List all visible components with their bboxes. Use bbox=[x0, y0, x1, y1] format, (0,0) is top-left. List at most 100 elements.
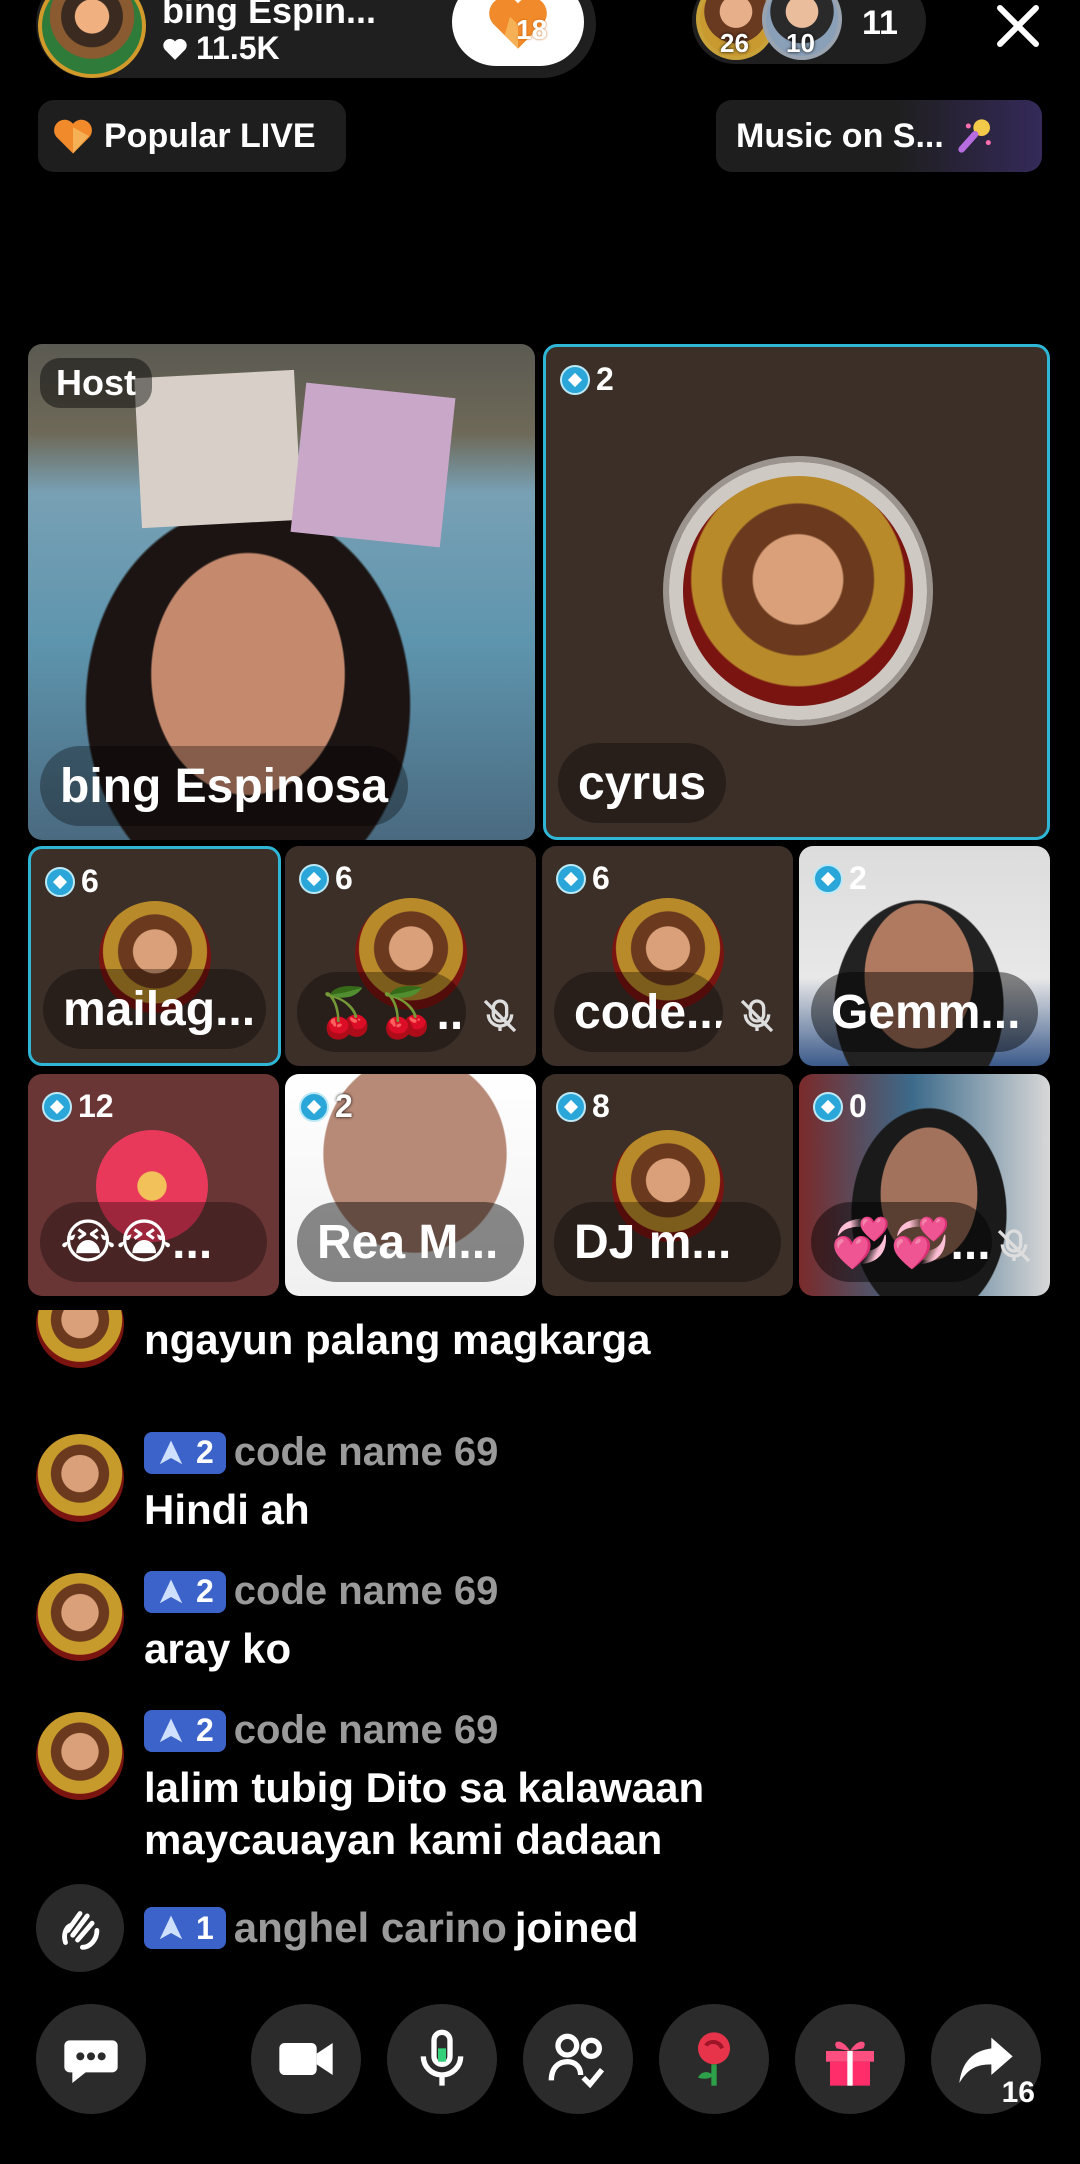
chat-message: 2 code name 69 Hindi ah bbox=[36, 1430, 1036, 1540]
guest-tile[interactable]: 6 🍒🍒... bbox=[285, 846, 536, 1066]
camera-button[interactable] bbox=[251, 2004, 361, 2114]
guest-level-value: 6 bbox=[81, 863, 99, 899]
fan-count: 18 bbox=[516, 14, 548, 45]
chat-avatar[interactable] bbox=[36, 1712, 124, 1800]
music-chip-label: Music on S... bbox=[736, 116, 944, 155]
chat-text: maycauayan kami dadaan bbox=[144, 1816, 663, 1863]
level-gem-icon bbox=[42, 1091, 72, 1122]
guest-name: 🍒🍒... bbox=[297, 972, 466, 1052]
guest-tile[interactable]: 2 Rea M... bbox=[285, 1074, 536, 1296]
viewer-count[interactable]: 11 bbox=[862, 4, 898, 43]
guest-name: mailag... bbox=[43, 969, 266, 1049]
guest-tile-cyrus[interactable]: 2 cyrus bbox=[543, 344, 1050, 840]
guest-tile[interactable]: 6 mailag... bbox=[28, 846, 281, 1066]
guest-level-value: 2 bbox=[849, 860, 867, 896]
share-count: 16 bbox=[1001, 2076, 1035, 2109]
background-poster bbox=[290, 382, 456, 548]
level-gem-icon bbox=[556, 1091, 586, 1122]
chat-username[interactable]: code name 69 bbox=[234, 1708, 499, 1753]
chat-icon bbox=[64, 2040, 118, 2083]
mute-mic-icon bbox=[737, 996, 777, 1036]
wave-button[interactable] bbox=[36, 1884, 124, 1972]
level-badge-value: 2 bbox=[196, 1434, 214, 1470]
level-badge-value: 2 bbox=[196, 1712, 214, 1748]
guest-name: Gemm... bbox=[811, 972, 1038, 1052]
level-gem-icon bbox=[299, 1091, 329, 1122]
guest-tile[interactable]: 2 Gemm... bbox=[799, 846, 1050, 1066]
close-button[interactable] bbox=[990, 0, 1046, 52]
guest-tile[interactable]: 6 code... bbox=[542, 846, 793, 1066]
guests-button[interactable] bbox=[523, 2004, 633, 2114]
chat-message: 2 code name 69 lalim tubig Dito sa kalaw… bbox=[36, 1708, 1036, 1868]
mic-icon bbox=[420, 2029, 464, 2086]
chat-user[interactable]: 2 code name 69 bbox=[144, 1569, 498, 1614]
wave-hand-icon bbox=[62, 1911, 100, 1950]
guest-name: 😭😭... bbox=[40, 1202, 267, 1282]
chat-user[interactable]: 2 code name 69 bbox=[144, 1430, 498, 1475]
level-gem-icon bbox=[556, 863, 586, 894]
mute-mic-icon bbox=[480, 996, 520, 1036]
guest-level-value: 2 bbox=[596, 361, 614, 397]
popular-live-label: Popular LIVE bbox=[104, 116, 316, 155]
guest-name: code... bbox=[554, 972, 723, 1052]
chat-user[interactable]: 2 code name 69 bbox=[144, 1708, 498, 1753]
mic-button[interactable] bbox=[387, 2004, 497, 2114]
chat-avatar[interactable] bbox=[36, 1573, 124, 1661]
level-gem-icon bbox=[813, 863, 843, 894]
guest-tile[interactable]: 0 💞💞... bbox=[799, 1074, 1050, 1296]
guest-level-value: 0 bbox=[849, 1088, 867, 1124]
level-arrow-icon bbox=[159, 1915, 183, 1940]
chat-text: ngayun palang magkarga bbox=[144, 1316, 651, 1363]
popular-heart-icon bbox=[52, 116, 94, 156]
host-tile-name: bing Espinosa bbox=[40, 746, 409, 826]
fan-club-button[interactable]: 18 bbox=[452, 0, 584, 66]
mute-mic-icon bbox=[994, 1226, 1034, 1266]
fan-heart-icon: 18 bbox=[486, 0, 550, 52]
chat-message: ngayun palang magkarga bbox=[36, 1310, 1036, 1380]
level-badge: 1 bbox=[144, 1907, 226, 1949]
guest-name: cyrus bbox=[558, 743, 727, 823]
camera-icon bbox=[279, 2043, 333, 2075]
chat-button[interactable] bbox=[36, 2004, 146, 2114]
guest-avatar bbox=[669, 462, 927, 720]
chat-message: 2 code name 69 aray ko bbox=[36, 1569, 1036, 1679]
gift-icon bbox=[826, 2041, 874, 2086]
join-username[interactable]: anghel carino bbox=[234, 1904, 507, 1952]
guest-name: DJ m... bbox=[554, 1202, 781, 1282]
guest-level: 0 bbox=[813, 1088, 867, 1125]
chat-username[interactable]: code name 69 bbox=[234, 1569, 499, 1614]
gift-button[interactable] bbox=[795, 2004, 905, 2114]
rose-icon bbox=[698, 2032, 730, 2086]
heart-icon bbox=[162, 37, 188, 61]
share-button[interactable]: 16 bbox=[931, 2004, 1041, 2114]
viewer-rank-badge: 10 bbox=[786, 28, 815, 58]
chat-avatar[interactable] bbox=[36, 1434, 124, 1522]
level-badge-value: 1 bbox=[196, 1909, 214, 1946]
level-gem-icon bbox=[813, 1091, 843, 1122]
level-arrow-icon bbox=[159, 1579, 183, 1603]
guest-tile[interactable]: 12 😭😭... bbox=[28, 1074, 279, 1296]
host-likes-count: 11.5K bbox=[196, 30, 280, 66]
guest-level-value: 2 bbox=[335, 1088, 353, 1124]
host-badge: Host bbox=[40, 358, 152, 408]
chat-username[interactable]: code name 69 bbox=[234, 1430, 499, 1475]
join-action: joined bbox=[514, 1904, 639, 1951]
music-chip[interactable]: Music on S... bbox=[716, 100, 1042, 172]
level-arrow-icon bbox=[159, 1440, 183, 1464]
background-poster bbox=[134, 369, 302, 529]
join-notice: 1 anghel carino joined bbox=[144, 1904, 1044, 1960]
chat-text: aray ko bbox=[144, 1625, 292, 1672]
guest-level: 2 bbox=[299, 1088, 353, 1125]
level-badge: 2 bbox=[144, 1709, 226, 1752]
rose-gift-button[interactable] bbox=[659, 2004, 769, 2114]
viewer-rank-badge: 26 bbox=[720, 28, 749, 58]
guest-level-value: 6 bbox=[335, 860, 353, 896]
level-gem-icon bbox=[560, 364, 590, 395]
guest-tile[interactable]: 8 DJ m... bbox=[542, 1074, 793, 1296]
guest-level-value: 6 bbox=[592, 860, 610, 896]
guest-level: 6 bbox=[45, 863, 99, 900]
host-likes: 11.5K bbox=[162, 30, 280, 67]
popular-live-chip[interactable]: Popular LIVE bbox=[38, 100, 346, 172]
host-video-tile[interactable]: Host bing Espinosa bbox=[28, 344, 535, 840]
guests-icon bbox=[548, 2033, 605, 2089]
